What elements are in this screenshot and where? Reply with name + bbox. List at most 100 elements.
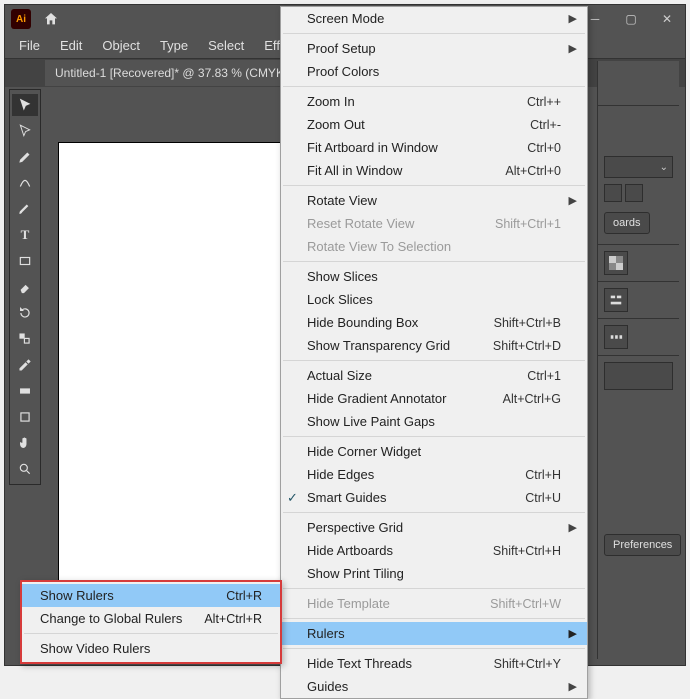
panel-slot[interactable] xyxy=(604,362,673,390)
menu-item-shortcut: Alt+Ctrl+G xyxy=(503,392,561,406)
menu-item-label: Proof Setup xyxy=(307,41,376,56)
menu-item-shortcut: Shift+Ctrl+W xyxy=(490,597,561,611)
menu-item-show-print-tiling[interactable]: Show Print Tiling xyxy=(281,562,587,585)
menu-item-hide-edges[interactable]: Hide EdgesCtrl+H xyxy=(281,463,587,486)
menu-item-label: Lock Slices xyxy=(307,292,373,307)
nav-left-icon[interactable] xyxy=(604,184,622,202)
menu-item-label: Fit All in Window xyxy=(307,163,402,178)
menu-item-shortcut: Alt+Ctrl+0 xyxy=(505,164,561,178)
menu-item-label: Show Print Tiling xyxy=(307,566,404,581)
submenu-item-show-video-rulers[interactable]: Show Video Rulers xyxy=(22,637,280,660)
chevron-right-icon: ▶ xyxy=(569,521,577,534)
menu-item-shortcut: Shift+Ctrl+1 xyxy=(495,217,561,231)
direct-selection-tool-icon[interactable] xyxy=(12,120,38,142)
menu-item-hide-artboards[interactable]: Hide ArtboardsShift+Ctrl+H xyxy=(281,539,587,562)
submenu-item-show-rulers[interactable]: Show RulersCtrl+R xyxy=(22,584,280,607)
menu-item-fit-all-in-window[interactable]: Fit All in Window Alt+Ctrl+0 xyxy=(281,159,587,182)
menu-item-show-slices[interactable]: Show Slices xyxy=(281,265,587,288)
menu-item-show-transparency-grid[interactable]: Show Transparency GridShift+Ctrl+D xyxy=(281,334,587,357)
menu-item-hide-text-threads[interactable]: Hide Text ThreadsShift+Ctrl+Y xyxy=(281,652,587,675)
menu-item-label: Show Transparency Grid xyxy=(307,338,450,353)
rectangle-tool-icon[interactable] xyxy=(12,250,38,272)
maximize-button[interactable]: ▢ xyxy=(613,7,649,31)
menu-item-hide-gradient-annotator[interactable]: Hide Gradient Annotator Alt+Ctrl+G xyxy=(281,387,587,410)
hand-tool-icon[interactable] xyxy=(12,432,38,454)
menu-item-hide-bounding-box[interactable]: Hide Bounding BoxShift+Ctrl+B xyxy=(281,311,587,334)
menu-item-shortcut: Ctrl+U xyxy=(525,491,561,505)
preferences-button[interactable]: Preferences xyxy=(604,534,681,556)
menu-item-fit-artboard-in-window[interactable]: Fit Artboard in WindowCtrl+0 xyxy=(281,136,587,159)
menu-item-rotate-view[interactable]: Rotate View ▶ xyxy=(281,189,587,212)
menu-edit[interactable]: Edit xyxy=(50,34,92,57)
selection-tool-icon[interactable] xyxy=(12,94,38,116)
rotate-tool-icon[interactable] xyxy=(12,302,38,324)
menu-item-show-live-paint-gaps[interactable]: Show Live Paint Gaps xyxy=(281,410,587,433)
align-icon[interactable] xyxy=(604,288,628,312)
artboard-tool-icon[interactable] xyxy=(12,406,38,428)
menu-item-lock-slices[interactable]: Lock Slices xyxy=(281,288,587,311)
menu-item-rotate-view-to-selection: Rotate View To Selection xyxy=(281,235,587,258)
menu-item-shortcut: Ctrl+- xyxy=(530,118,561,132)
chevron-right-icon: ▶ xyxy=(569,627,577,640)
curvature-tool-icon[interactable] xyxy=(12,172,38,194)
shape-builder-tool-icon[interactable] xyxy=(12,328,38,350)
close-button[interactable]: ✕ xyxy=(649,7,685,31)
submenu-item-label: Show Rulers xyxy=(40,588,114,603)
menu-item-label: Rotate View xyxy=(307,193,377,208)
menu-item-label: Show Slices xyxy=(307,269,378,284)
menu-item-label: Zoom Out xyxy=(307,117,365,132)
app-logo-text: Ai xyxy=(16,14,26,25)
menu-item-rulers[interactable]: Rulers▶ xyxy=(281,622,587,645)
eyedropper-tool-icon[interactable] xyxy=(12,354,38,376)
menu-select[interactable]: Select xyxy=(198,34,254,57)
menu-item-zoom-in[interactable]: Zoom InCtrl++ xyxy=(281,90,587,113)
menu-item-reset-rotate-view: Reset Rotate ViewShift+Ctrl+1 xyxy=(281,212,587,235)
brush-tool-icon[interactable] xyxy=(12,198,38,220)
pathfinder-icon[interactable] xyxy=(604,325,628,349)
transparency-grid-icon[interactable] xyxy=(604,251,628,275)
menu-item-screen-mode[interactable]: Screen Mode▶ xyxy=(281,7,587,30)
menu-item-label: Smart Guides xyxy=(307,490,386,505)
menu-item-actual-size[interactable]: Actual Size Ctrl+1 xyxy=(281,364,587,387)
check-icon: ✓ xyxy=(287,490,298,506)
gradient-tool-icon[interactable] xyxy=(12,380,38,402)
nav-right-icon[interactable] xyxy=(625,184,643,202)
combo-dropdown[interactable]: ⌄ xyxy=(604,156,673,178)
menu-item-label: Rotate View To Selection xyxy=(307,239,451,254)
type-tool-icon[interactable]: T xyxy=(12,224,38,246)
menu-item-zoom-out[interactable]: Zoom Out Ctrl+- xyxy=(281,113,587,136)
chevron-right-icon: ▶ xyxy=(569,194,577,207)
menu-item-label: Hide Artboards xyxy=(307,543,393,558)
menu-object[interactable]: Object xyxy=(92,34,150,57)
menu-item-hide-template: Hide Template Shift+Ctrl+W xyxy=(281,592,587,615)
submenu-item-label: Change to Global Rulers xyxy=(40,611,182,626)
menu-item-label: Actual Size xyxy=(307,368,372,383)
menu-item-label: Fit Artboard in Window xyxy=(307,140,438,155)
pen-tool-icon[interactable] xyxy=(12,146,38,168)
menu-item-proof-setup[interactable]: Proof Setup ▶ xyxy=(281,37,587,60)
app-logo[interactable]: Ai xyxy=(11,9,31,29)
menu-file[interactable]: File xyxy=(9,34,50,57)
menu-item-guides[interactable]: Guides▶ xyxy=(281,675,587,698)
menu-item-label: Zoom In xyxy=(307,94,355,109)
menu-item-label: Hide Gradient Annotator xyxy=(307,391,446,406)
eraser-tool-icon[interactable] xyxy=(12,276,38,298)
menu-item-label: Screen Mode xyxy=(307,11,384,26)
menu-item-proof-colors[interactable]: Proof Colors xyxy=(281,60,587,83)
artboards-button[interactable]: oards xyxy=(604,212,650,234)
home-icon[interactable] xyxy=(41,9,61,29)
menu-item-smart-guides[interactable]: ✓ Smart Guides Ctrl+U xyxy=(281,486,587,509)
menu-item-shortcut: Ctrl+1 xyxy=(527,369,561,383)
chevron-right-icon: ▶ xyxy=(569,42,577,55)
submenu-item-change-to-global-rulers[interactable]: Change to Global Rulers Alt+Ctrl+R xyxy=(22,607,280,630)
zoom-tool-icon[interactable] xyxy=(12,458,38,480)
submenu-item-shortcut: Alt+Ctrl+R xyxy=(204,612,262,626)
menu-type[interactable]: Type xyxy=(150,34,198,57)
menu-item-perspective-grid[interactable]: Perspective Grid▶ xyxy=(281,516,587,539)
menu-item-label: Show Live Paint Gaps xyxy=(307,414,435,429)
menu-item-label: Hide Corner Widget xyxy=(307,444,421,459)
menu-item-label: Hide Template xyxy=(307,596,390,611)
toolbox: T xyxy=(9,89,41,485)
document-tab[interactable]: Untitled-1 [Recovered]* @ 37.83 % (CMYK/… xyxy=(45,60,316,86)
menu-item-hide-corner-widget[interactable]: Hide Corner Widget xyxy=(281,440,587,463)
